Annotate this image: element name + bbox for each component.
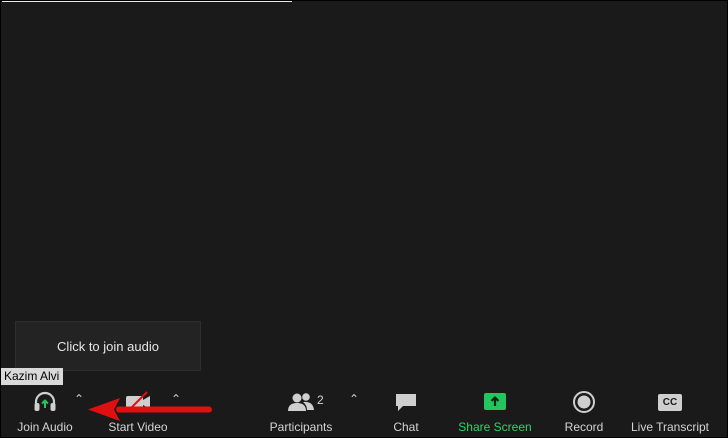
- annotation-arrow-icon: [88, 398, 212, 421]
- participants-label: Participants: [269, 420, 333, 434]
- headphones-icon: [34, 391, 56, 411]
- chat-button[interactable]: Chat: [386, 386, 426, 438]
- cc-icon: CC: [658, 393, 682, 411]
- chat-label: Chat: [393, 420, 419, 434]
- tooltip-text: Click to join audio: [57, 338, 159, 354]
- chat-icon: [396, 394, 416, 411]
- share-screen-label: Share Screen: [458, 420, 532, 434]
- participant-name-label: Kazim Alvi: [1, 368, 64, 385]
- join-audio-label: Join Audio: [17, 420, 73, 434]
- meeting-window: [0, 0, 728, 438]
- share-screen-button[interactable]: Share Screen: [456, 386, 534, 438]
- participants-options-caret[interactable]: ⌃: [349, 392, 359, 406]
- top-edge-divider: [2, 1, 292, 2]
- start-video-label: Start Video: [108, 420, 168, 434]
- live-transcript-button[interactable]: CC Live Transcript: [628, 386, 712, 438]
- record-button[interactable]: Record: [562, 386, 606, 438]
- join-audio-tooltip: Click to join audio: [15, 321, 201, 371]
- live-transcript-label: Live Transcript: [630, 420, 710, 434]
- participants-icon: [288, 393, 314, 411]
- join-audio-button[interactable]: Join Audio: [12, 386, 78, 438]
- participant-count: 2: [317, 393, 324, 407]
- participants-button[interactable]: Participants: [266, 386, 336, 438]
- record-icon: [573, 391, 595, 413]
- record-label: Record: [564, 420, 604, 434]
- share-screen-icon: [484, 393, 506, 410]
- audio-options-caret[interactable]: ⌃: [74, 392, 84, 406]
